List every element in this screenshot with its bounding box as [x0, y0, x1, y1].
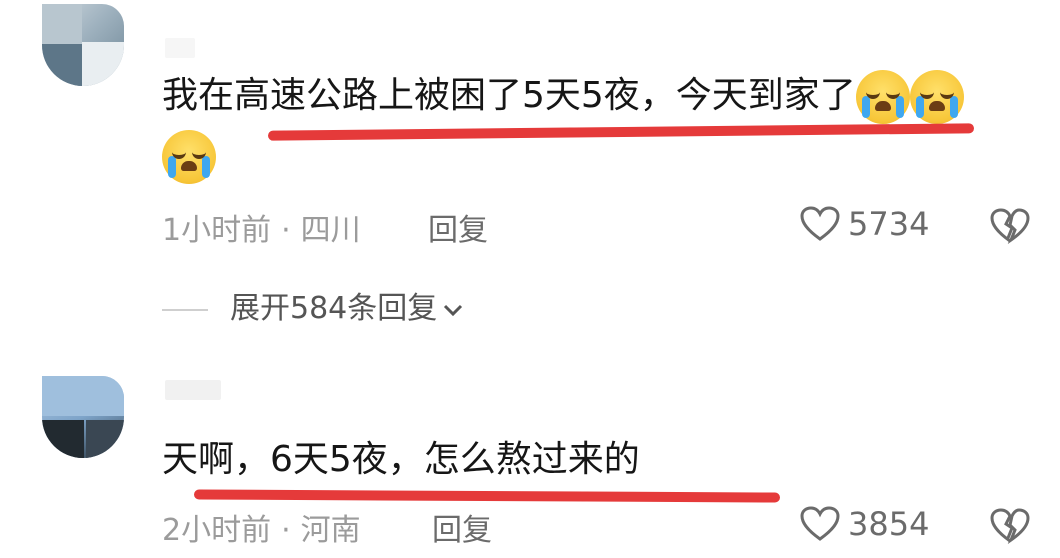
- chevron-down-icon: [444, 304, 463, 316]
- comment-meta: 2小时前 · 河南: [162, 505, 361, 549]
- comment-item: 我在高速公路上被困了5天5夜，今天到家了 1小时前 · 四川 回复 5734 展开5…: [0, 0, 1060, 340]
- comment-time: 1小时前: [162, 213, 272, 248]
- username-redacted[interactable]: [165, 38, 195, 58]
- like-button[interactable]: 5734: [800, 203, 929, 243]
- avatar[interactable]: [42, 376, 124, 458]
- divider-line: [162, 308, 208, 311]
- comment-location: 四川: [300, 213, 361, 248]
- comment-location: 河南: [300, 513, 361, 548]
- comment-meta: 1小时前 · 四川: [162, 205, 361, 249]
- comment-text-line2: [162, 130, 216, 184]
- reply-button[interactable]: 回复: [432, 505, 492, 549]
- like-button[interactable]: 3854: [800, 503, 929, 543]
- username-redacted[interactable]: [165, 380, 221, 400]
- comment-text: 我在高速公路上被困了5天5夜，今天到家了: [162, 70, 964, 124]
- loudly-crying-face-emoji: [162, 130, 216, 184]
- expand-replies-label: 展开584条回复: [230, 291, 438, 326]
- separator-dot: ·: [281, 213, 291, 248]
- heart-outline-icon: [800, 506, 840, 541]
- heart-outline-icon: [800, 206, 840, 241]
- loudly-crying-face-emoji: [855, 70, 910, 124]
- comment-text: 天啊，6天5夜，怎么熬过来的: [162, 439, 640, 480]
- like-count: 5734: [848, 205, 930, 243]
- red-underline-annotation: [267, 123, 975, 141]
- loudly-crying-face-emoji: [909, 70, 964, 124]
- broken-heart-icon[interactable]: [990, 508, 1030, 544]
- comment-time: 2小时前: [162, 513, 272, 548]
- expand-replies[interactable]: 展开584条回复: [162, 283, 465, 327]
- separator-dot: ·: [281, 513, 291, 548]
- reply-button[interactable]: 回复: [428, 205, 488, 249]
- like-count: 3854: [848, 505, 930, 543]
- avatar[interactable]: [42, 4, 124, 86]
- broken-heart-icon[interactable]: [990, 208, 1030, 244]
